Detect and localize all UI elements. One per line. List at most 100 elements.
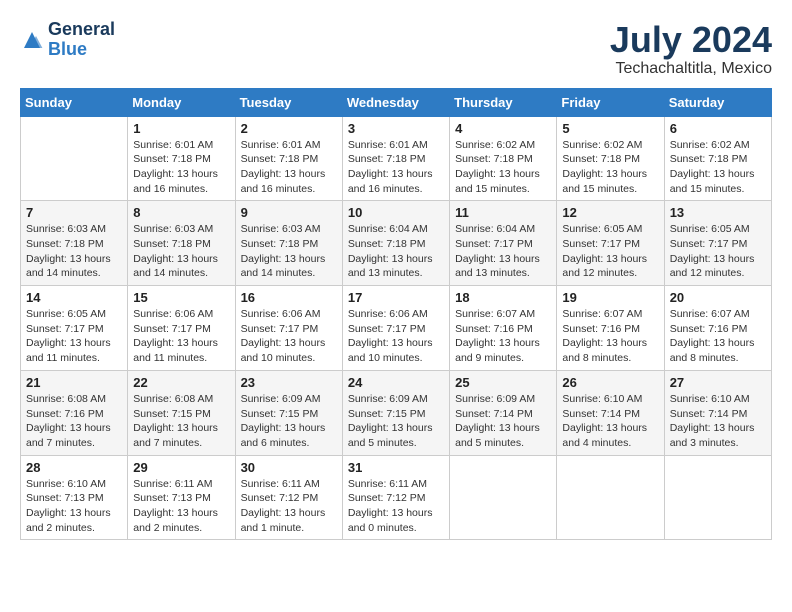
day-number: 8 — [133, 205, 229, 220]
calendar-cell — [21, 116, 128, 201]
cell-info: Sunrise: 6:05 AMSunset: 7:17 PMDaylight:… — [26, 308, 111, 364]
cell-info: Sunrise: 6:10 AMSunset: 7:14 PMDaylight:… — [670, 393, 755, 449]
calendar-cell: 20 Sunrise: 6:07 AMSunset: 7:16 PMDayligh… — [664, 286, 771, 371]
calendar-cell: 31 Sunrise: 6:11 AMSunset: 7:12 PMDayligh… — [342, 455, 449, 540]
day-number: 6 — [670, 121, 766, 136]
calendar-cell: 23Sunrise: 6:09 AMSunset: 7:15 PMDayligh… — [235, 370, 342, 455]
cell-info: Sunrise: 6:11 AMSunset: 7:13 PMDaylight:… — [133, 478, 218, 534]
calendar-cell: 13 Sunrise: 6:05 AMSunset: 7:17 PMDayligh… — [664, 201, 771, 286]
calendar-week-5: 28 Sunrise: 6:10 AMSunset: 7:13 PMDayligh… — [21, 455, 772, 540]
calendar-cell: 3 Sunrise: 6:01 AMSunset: 7:18 PMDaylight… — [342, 116, 449, 201]
day-number: 16 — [241, 290, 337, 305]
cell-info: Sunrise: 6:02 AMSunset: 7:18 PMDaylight:… — [670, 139, 755, 195]
cell-info: Sunrise: 6:01 AMSunset: 7:18 PMDaylight:… — [133, 139, 218, 195]
month-title: July 2024 — [610, 20, 772, 60]
logo-text: General Blue — [48, 20, 115, 60]
cell-info: Sunrise: 6:06 AMSunset: 7:17 PMDaylight:… — [241, 308, 326, 364]
cell-info: Sunrise: 6:02 AMSunset: 7:18 PMDaylight:… — [455, 139, 540, 195]
calendar-cell: 15Sunrise: 6:06 AMSunset: 7:17 PMDayligh… — [128, 286, 235, 371]
cell-info: Sunrise: 6:09 AMSunset: 7:15 PMDaylight:… — [241, 393, 326, 449]
cell-info: Sunrise: 6:05 AMSunset: 7:17 PMDaylight:… — [670, 223, 755, 279]
day-number: 15 — [133, 290, 229, 305]
cell-info: Sunrise: 6:02 AMSunset: 7:18 PMDaylight:… — [562, 139, 647, 195]
day-number: 24 — [348, 375, 444, 390]
cell-info: Sunrise: 6:09 AMSunset: 7:14 PMDaylight:… — [455, 393, 540, 449]
cell-info: Sunrise: 6:08 AMSunset: 7:16 PMDaylight:… — [26, 393, 111, 449]
col-header-sunday: Sunday — [21, 88, 128, 116]
cell-info: Sunrise: 6:04 AMSunset: 7:17 PMDaylight:… — [455, 223, 540, 279]
day-number: 12 — [562, 205, 658, 220]
calendar-cell: 30 Sunrise: 6:11 AMSunset: 7:12 PMDayligh… — [235, 455, 342, 540]
location-title: Techachaltitla, Mexico — [610, 60, 772, 78]
calendar-cell: 4 Sunrise: 6:02 AMSunset: 7:18 PMDaylight… — [450, 116, 557, 201]
calendar-cell: 14 Sunrise: 6:05 AMSunset: 7:17 PMDayligh… — [21, 286, 128, 371]
col-header-monday: Monday — [128, 88, 235, 116]
cell-info: Sunrise: 6:10 AMSunset: 7:14 PMDaylight:… — [562, 393, 647, 449]
cell-info: Sunrise: 6:07 AMSunset: 7:16 PMDaylight:… — [670, 308, 755, 364]
day-number: 18 — [455, 290, 551, 305]
cell-info: Sunrise: 6:11 AMSunset: 7:12 PMDaylight:… — [348, 478, 433, 534]
cell-info: Sunrise: 6:11 AMSunset: 7:12 PMDaylight:… — [241, 478, 326, 534]
calendar-cell — [450, 455, 557, 540]
calendar-cell: 1 Sunrise: 6:01 AMSunset: 7:18 PMDaylight… — [128, 116, 235, 201]
day-number: 9 — [241, 205, 337, 220]
day-number: 14 — [26, 290, 122, 305]
calendar-cell — [664, 455, 771, 540]
col-header-thursday: Thursday — [450, 88, 557, 116]
col-header-saturday: Saturday — [664, 88, 771, 116]
day-number: 7 — [26, 205, 122, 220]
day-number: 13 — [670, 205, 766, 220]
calendar-cell — [557, 455, 664, 540]
calendar-cell: 29Sunrise: 6:11 AMSunset: 7:13 PMDayligh… — [128, 455, 235, 540]
calendar-cell: 7Sunrise: 6:03 AMSunset: 7:18 PMDaylight… — [21, 201, 128, 286]
day-number: 5 — [562, 121, 658, 136]
day-number: 1 — [133, 121, 229, 136]
title-area: July 2024 Techachaltitla, Mexico — [610, 20, 772, 78]
day-number: 25 — [455, 375, 551, 390]
col-header-wednesday: Wednesday — [342, 88, 449, 116]
day-number: 2 — [241, 121, 337, 136]
calendar-week-4: 21 Sunrise: 6:08 AMSunset: 7:16 PMDayligh… — [21, 370, 772, 455]
day-number: 28 — [26, 460, 122, 475]
cell-info: Sunrise: 6:08 AMSunset: 7:15 PMDaylight:… — [133, 393, 218, 449]
col-header-tuesday: Tuesday — [235, 88, 342, 116]
day-number: 26 — [562, 375, 658, 390]
calendar-cell: 22Sunrise: 6:08 AMSunset: 7:15 PMDayligh… — [128, 370, 235, 455]
calendar-cell: 2Sunrise: 6:01 AMSunset: 7:18 PMDaylight… — [235, 116, 342, 201]
cell-info: Sunrise: 6:06 AMSunset: 7:17 PMDaylight:… — [348, 308, 433, 364]
day-number: 31 — [348, 460, 444, 475]
calendar-cell: 18 Sunrise: 6:07 AMSunset: 7:16 PMDayligh… — [450, 286, 557, 371]
logo: General Blue — [20, 20, 115, 60]
calendar-cell: 19 Sunrise: 6:07 AMSunset: 7:16 PMDayligh… — [557, 286, 664, 371]
calendar-cell: 5 Sunrise: 6:02 AMSunset: 7:18 PMDaylight… — [557, 116, 664, 201]
calendar-cell: 10Sunrise: 6:04 AMSunset: 7:18 PMDayligh… — [342, 201, 449, 286]
header-row: SundayMondayTuesdayWednesdayThursdayFrid… — [21, 88, 772, 116]
header: General Blue July 2024 Techachaltitla, M… — [20, 20, 772, 78]
cell-info: Sunrise: 6:07 AMSunset: 7:16 PMDaylight:… — [562, 308, 647, 364]
day-number: 30 — [241, 460, 337, 475]
calendar-cell: 12Sunrise: 6:05 AMSunset: 7:17 PMDayligh… — [557, 201, 664, 286]
calendar-cell: 25 Sunrise: 6:09 AMSunset: 7:14 PMDayligh… — [450, 370, 557, 455]
logo-icon — [20, 28, 44, 52]
day-number: 3 — [348, 121, 444, 136]
day-number: 19 — [562, 290, 658, 305]
calendar-week-2: 7 Sunrise: 6:03 AMSunset: 7:18 PMDaylight… — [21, 201, 772, 286]
day-number: 27 — [670, 375, 766, 390]
calendar-week-1: 1 Sunrise: 6:01 AMSunset: 7:18 PMDaylight… — [21, 116, 772, 201]
cell-info: Sunrise: 6:01 AMSunset: 7:18 PMDaylight:… — [348, 139, 433, 195]
calendar-cell: 9 Sunrise: 6:03 AMSunset: 7:18 PMDaylight… — [235, 201, 342, 286]
day-number: 17 — [348, 290, 444, 305]
cell-info: Sunrise: 6:07 AMSunset: 7:16 PMDaylight:… — [455, 308, 540, 364]
calendar-cell: 24Sunrise: 6:09 AMSunset: 7:15 PMDayligh… — [342, 370, 449, 455]
day-number: 4 — [455, 121, 551, 136]
day-number: 21 — [26, 375, 122, 390]
calendar-cell: 26 Sunrise: 6:10 AMSunset: 7:14 PMDayligh… — [557, 370, 664, 455]
cell-info: Sunrise: 6:03 AMSunset: 7:18 PMDaylight:… — [241, 223, 326, 279]
calendar-cell: 21 Sunrise: 6:08 AMSunset: 7:16 PMDayligh… — [21, 370, 128, 455]
calendar-cell: 8Sunrise: 6:03 AMSunset: 7:18 PMDaylight… — [128, 201, 235, 286]
cell-info: Sunrise: 6:10 AMSunset: 7:13 PMDaylight:… — [26, 478, 111, 534]
day-number: 20 — [670, 290, 766, 305]
day-number: 11 — [455, 205, 551, 220]
calendar-cell: 17 Sunrise: 6:06 AMSunset: 7:17 PMDayligh… — [342, 286, 449, 371]
calendar-cell: 28 Sunrise: 6:10 AMSunset: 7:13 PMDayligh… — [21, 455, 128, 540]
